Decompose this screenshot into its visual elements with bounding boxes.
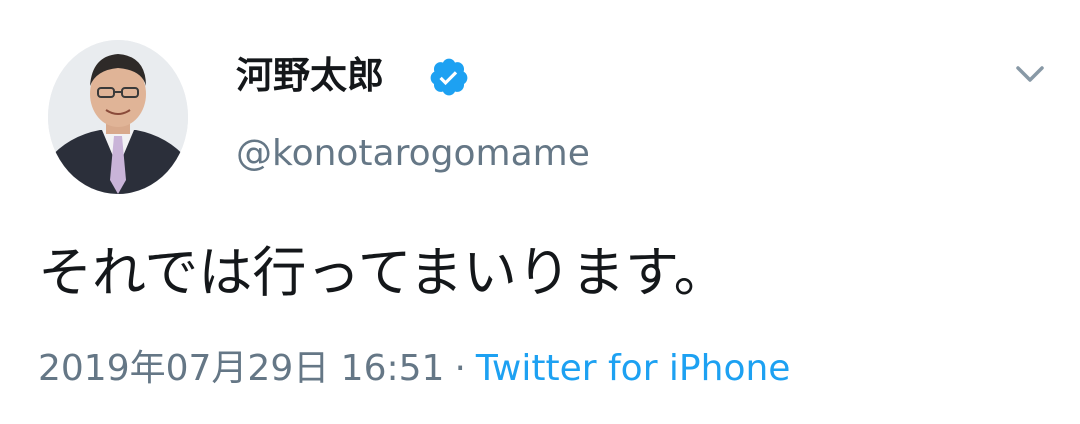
tweet-source-link[interactable]: Twitter for iPhone [476,348,791,389]
avatar-photo [48,40,188,194]
tweet-text: それでは行ってまいります。 [38,241,728,304]
meta-separator: · [454,348,466,389]
verified-badge-icon [430,58,468,96]
avatar[interactable] [48,40,188,194]
chevron-down-icon[interactable] [1010,60,1050,90]
tweet-timestamp[interactable]: 2019年07月29日 16:51 [38,348,444,389]
tweet-card: 河野太郎 @konotarogomame それでは行ってまいります。 2019年… [0,0,1080,424]
display-name[interactable]: 河野太郎 [236,52,384,100]
tweet-meta: 2019年07月29日 16:51 · Twitter for iPhone [38,346,790,392]
user-handle[interactable]: @konotarogomame [236,130,590,178]
